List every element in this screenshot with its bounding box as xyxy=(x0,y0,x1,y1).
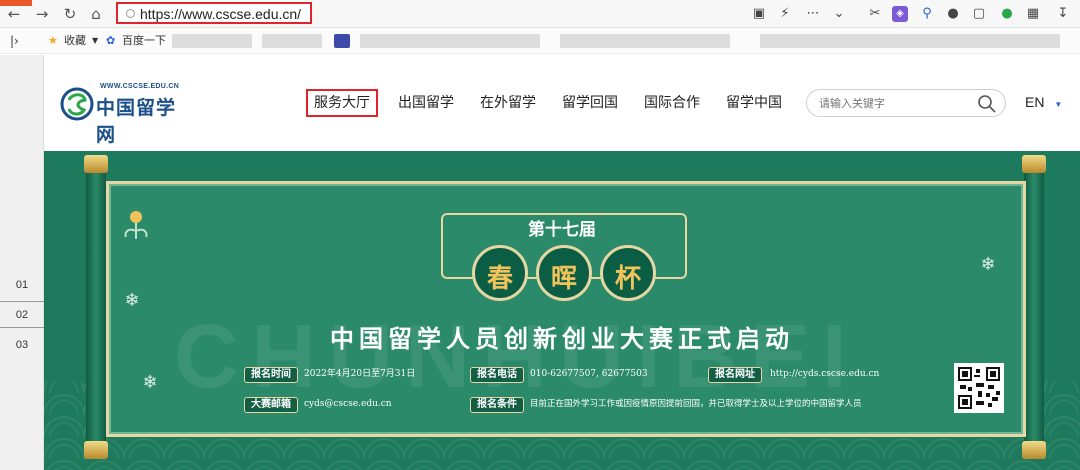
snowflake-icon: ❄ xyxy=(142,372,158,393)
favorites-dropdown-icon[interactable]: ▼ xyxy=(92,33,98,49)
bookmarks-bar: |› ★ 收藏 ▼ ✿ 百度一下 xyxy=(0,28,1080,54)
url-text: https://www.cscse.edu.cn/ xyxy=(140,6,302,22)
site-logo[interactable]: WWW.CSCSE.EDU.CN 中国留学网 xyxy=(60,83,190,146)
info-value-registration-time: 2022年4月20日至7月31日 xyxy=(304,369,416,379)
bookmark-favorites[interactable]: 收藏 xyxy=(64,33,86,49)
screenshot-icon[interactable]: ▣ xyxy=(750,4,768,24)
sidebar-toggle-icon[interactable]: |› xyxy=(10,33,19,49)
caret-down-icon: ▼ xyxy=(1054,100,1063,109)
search-input[interactable] xyxy=(819,95,969,111)
left-gutter: 01 02 03 xyxy=(0,55,44,470)
edition-title: 第十七届 xyxy=(502,215,622,240)
nav-international-cooperation[interactable]: 国际合作 xyxy=(644,94,700,112)
scissors-icon[interactable]: ✂ xyxy=(866,4,884,24)
row-number: 02 xyxy=(15,309,29,321)
logo-title: 中国留学网 xyxy=(96,97,177,146)
blurred-bookmark[interactable] xyxy=(560,34,730,48)
globe-icon xyxy=(126,9,135,18)
logo-domain-text: WWW.CSCSE.EDU.CN xyxy=(100,83,180,90)
extension-purple-icon[interactable]: ◈ xyxy=(892,6,908,22)
info-value-website: http://cyds.cscse.edu.cn xyxy=(770,369,880,379)
event-banner[interactable]: CHUNHUIBEI ❄ ❄ ❄ 第十七届 春 晖 杯 中国留学人员创新创业大赛… xyxy=(44,151,1080,470)
scroll-cap xyxy=(1022,155,1046,173)
info-label-email: 大赛邮箱 xyxy=(244,397,298,413)
info-value-phone: 010-62677507, 62677503 xyxy=(530,369,648,379)
medal: 晖 xyxy=(536,245,592,301)
browser-toolbar: ← → ↻ ⌂ https://www.cscse.edu.cn/ ▣ ⚡ ⋯ … xyxy=(0,0,1080,28)
scroll-rod-right xyxy=(1024,159,1044,459)
medal-character: 春 xyxy=(486,264,513,294)
language-label: EN xyxy=(1025,94,1045,110)
back-button[interactable]: ← xyxy=(4,4,24,24)
flower-icon xyxy=(124,211,148,239)
info-label-registration-time: 报名时间 xyxy=(244,367,298,383)
info-label-website: 报名网址 xyxy=(708,367,762,383)
scroll-rod-left xyxy=(86,159,106,459)
bookmark-baidu[interactable]: 百度一下 xyxy=(122,33,166,49)
reload-button[interactable]: ↻ xyxy=(60,4,80,24)
star-icon: ★ xyxy=(48,34,58,47)
qr-code-icon xyxy=(958,367,1000,409)
row-divider xyxy=(0,327,44,328)
row-divider xyxy=(0,301,44,302)
info-value-email: cyds@cscse.edu.cn xyxy=(304,399,392,409)
snowflake-icon: ❄ xyxy=(124,290,140,311)
medal-character: 晖 xyxy=(550,264,577,294)
row-number: 03 xyxy=(15,339,29,351)
scroll-cap xyxy=(84,441,108,459)
banner-headline: 中国留学人员创新创业大赛正式启动 xyxy=(330,324,794,353)
snowflake-icon: ❄ xyxy=(980,254,996,275)
more-icon[interactable]: ⋯ xyxy=(802,4,824,24)
row-number: 01 xyxy=(15,279,29,291)
medal: 春 xyxy=(472,245,528,301)
apps-grid-icon[interactable]: ▦ xyxy=(1024,4,1042,24)
address-bar[interactable]: https://www.cscse.edu.cn/ xyxy=(116,2,312,24)
blurred-bookmark[interactable] xyxy=(262,34,322,48)
lightning-icon[interactable]: ⚡ xyxy=(776,4,794,24)
blurred-bookmark[interactable] xyxy=(334,34,350,48)
info-label-phone: 报名电话 xyxy=(470,367,524,383)
info-value-conditions: 目前正在国外学习工作或因疫情原因提前回国，并已取得学士及以上学位的中国留学人员 xyxy=(530,399,862,409)
baidu-paw-icon: ✿ xyxy=(106,34,116,47)
nav-return-home[interactable]: 留学回国 xyxy=(562,94,618,112)
magnifier-icon[interactable]: ⚲ xyxy=(918,4,936,24)
info-label-conditions: 报名条件 xyxy=(470,397,524,413)
chevron-down-icon[interactable]: ⌄ xyxy=(830,4,848,24)
forward-button[interactable]: → xyxy=(32,4,52,24)
qr-code[interactable] xyxy=(954,363,1004,413)
site-search xyxy=(806,89,1006,117)
logo-emblem-icon xyxy=(60,87,94,121)
nav-studying-overseas[interactable]: 在外留学 xyxy=(480,94,536,112)
nav-service-hall[interactable]: 服务大厅 xyxy=(306,89,378,117)
green-extension-icon[interactable]: ● xyxy=(998,4,1016,24)
evernote-icon[interactable]: ● xyxy=(944,4,962,24)
home-icon[interactable]: ⌂ xyxy=(86,4,106,24)
nav-study-abroad[interactable]: 出国留学 xyxy=(398,94,454,112)
medal-character: 杯 xyxy=(614,264,641,294)
scroll-cap xyxy=(1022,441,1046,459)
download-icon[interactable]: ↧ xyxy=(1052,4,1074,24)
search-icon[interactable] xyxy=(977,94,997,114)
language-switch[interactable]: EN ▼ xyxy=(1025,94,1062,110)
blurred-bookmark[interactable] xyxy=(360,34,540,48)
medal: 杯 xyxy=(600,245,656,301)
site-header: WWW.CSCSE.EDU.CN 中国留学网 服务大厅 出国留学 在外留学 留学… xyxy=(44,55,1080,151)
tab-icon[interactable]: ▢ xyxy=(970,4,988,24)
blurred-bookmark[interactable] xyxy=(760,34,1060,48)
blurred-bookmark[interactable] xyxy=(172,34,252,48)
scroll-cap xyxy=(84,155,108,173)
nav-study-in-china[interactable]: 留学中国 xyxy=(726,94,782,112)
